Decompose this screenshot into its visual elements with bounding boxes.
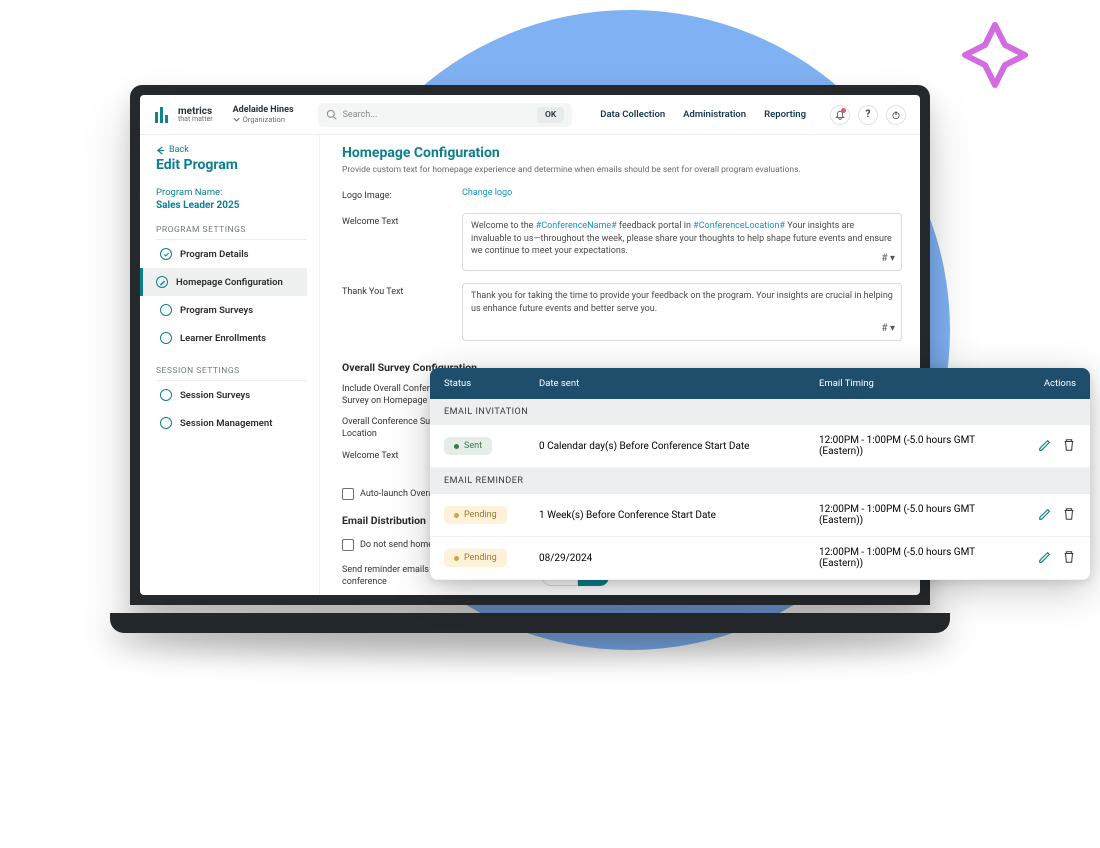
topbar: metrics that matter Adelaide Hines Organ… (140, 95, 920, 135)
row-timing: 12:00PM - 1:00PM (-5.0 hours GMT (Easter… (819, 435, 1016, 457)
sparkle-icon (960, 20, 1030, 90)
pencil-icon (1038, 507, 1052, 521)
table-header: Status Date sent Email Timing Actions (430, 368, 1090, 399)
power-icon (891, 110, 901, 120)
program-settings-header: PROGRAM SETTINGS (156, 225, 307, 240)
row-timing: 12:00PM - 1:00PM (-5.0 hours GMT (Easter… (819, 547, 1016, 569)
notifications-button[interactable] (830, 105, 850, 125)
help-icon: ? (866, 109, 871, 120)
user-menu[interactable]: Adelaide Hines Organization (233, 105, 294, 124)
token-conference-location: #ConferenceLocation# (693, 221, 785, 231)
thankyou-text-field[interactable]: Thank you for taking the time to provide… (462, 283, 902, 341)
circle-icon (160, 332, 172, 344)
brand-tagline: that matter (178, 115, 213, 123)
user-name: Adelaide Hines (233, 105, 294, 115)
nav-data-collection[interactable]: Data Collection (600, 109, 665, 120)
row-date: 08/29/2024 (539, 553, 819, 564)
nav-learner-enrollments[interactable]: Learner Enrollments (156, 324, 307, 352)
group-email-invitation: EMAIL INVITATION (430, 399, 1090, 425)
circle-icon (160, 417, 172, 429)
page-title: Edit Program (156, 157, 307, 173)
main-title: Homepage Configuration (342, 145, 902, 161)
email-schedule-table: Status Date sent Email Timing Actions EM… (430, 368, 1090, 580)
row-date: 1 Week(s) Before Conference Start Date (539, 510, 819, 521)
nav-homepage-config[interactable]: Homepage Configuration (140, 268, 307, 296)
edit-button[interactable] (1038, 550, 1052, 567)
brand-logo: metrics that matter (154, 106, 213, 124)
circle-icon (160, 389, 172, 401)
program-name: Sales Leader 2025 (156, 200, 307, 211)
nav-program-surveys[interactable]: Program Surveys (156, 296, 307, 324)
insert-token-button[interactable]: # ▾ (881, 322, 895, 336)
edit-button[interactable] (1038, 438, 1052, 455)
insert-token-button[interactable]: # ▾ (881, 252, 895, 266)
table-row: Pending 08/29/2024 12:00PM - 1:00PM (-5.… (430, 537, 1090, 580)
logo-label: Logo Image: (342, 187, 462, 201)
checkbox-icon (342, 488, 354, 500)
search-placeholder: Search... (343, 110, 537, 120)
pencil-icon (1038, 438, 1052, 452)
status-badge-pending: Pending (444, 506, 507, 524)
trash-icon (1062, 550, 1076, 564)
row-timing: 12:00PM - 1:00PM (-5.0 hours GMT (Easter… (819, 504, 1016, 526)
search-input[interactable]: Search... OK (318, 103, 573, 127)
change-logo-link[interactable]: Change logo (462, 188, 512, 198)
main-description: Provide custom text for homepage experie… (342, 165, 902, 175)
nav-session-surveys[interactable]: Session Surveys (156, 381, 307, 409)
delete-button[interactable] (1062, 438, 1076, 455)
arrow-left-icon (156, 146, 165, 155)
check-circle-icon (160, 248, 172, 260)
trash-icon (1062, 507, 1076, 521)
table-row: Pending 1 Week(s) Before Conference Star… (430, 494, 1090, 537)
table-row: Sent 0 Calendar day(s) Before Conference… (430, 425, 1090, 468)
nav-session-management[interactable]: Session Management (156, 409, 307, 437)
nav-reporting[interactable]: Reporting (764, 109, 806, 120)
search-icon (326, 109, 337, 120)
col-date-sent: Date sent (539, 378, 819, 389)
chevron-down-icon (233, 116, 240, 123)
nav-administration[interactable]: Administration (683, 109, 746, 120)
welcome-text-field[interactable]: Welcome to the #ConferenceName# feedback… (462, 213, 902, 271)
col-email-timing: Email Timing (819, 378, 1016, 389)
group-email-reminder: EMAIL REMINDER (430, 468, 1090, 494)
col-actions: Actions (1016, 378, 1076, 389)
nav-program-details[interactable]: Program Details (156, 240, 307, 268)
search-ok-button[interactable]: OK (537, 107, 564, 123)
edit-button[interactable] (1038, 507, 1052, 524)
col-status: Status (444, 378, 539, 389)
checkbox-icon (342, 539, 354, 551)
delete-button[interactable] (1062, 507, 1076, 524)
top-nav: Data Collection Administration Reporting (600, 109, 806, 120)
delete-button[interactable] (1062, 550, 1076, 567)
circle-icon (160, 304, 172, 316)
token-conference-name: #ConferenceName# (536, 221, 617, 231)
status-badge-sent: Sent (444, 437, 492, 455)
row-date: 0 Calendar day(s) Before Conference Star… (539, 441, 819, 452)
welcome-text-label: Welcome Text (342, 213, 462, 271)
help-button[interactable]: ? (858, 105, 878, 125)
pencil-icon (1038, 550, 1052, 564)
power-button[interactable] (886, 105, 906, 125)
edit-circle-icon (156, 276, 168, 288)
back-link[interactable]: Back (156, 145, 307, 155)
status-badge-pending: Pending (444, 549, 507, 567)
thankyou-text-label: Thank You Text (342, 283, 462, 341)
user-org: Organization (233, 115, 294, 124)
trash-icon (1062, 438, 1076, 452)
sidebar: Back Edit Program Program Name: Sales Le… (140, 135, 320, 595)
session-settings-header: SESSION SETTINGS (156, 366, 307, 381)
program-name-label: Program Name: (156, 187, 307, 198)
logo-icon (154, 106, 172, 124)
